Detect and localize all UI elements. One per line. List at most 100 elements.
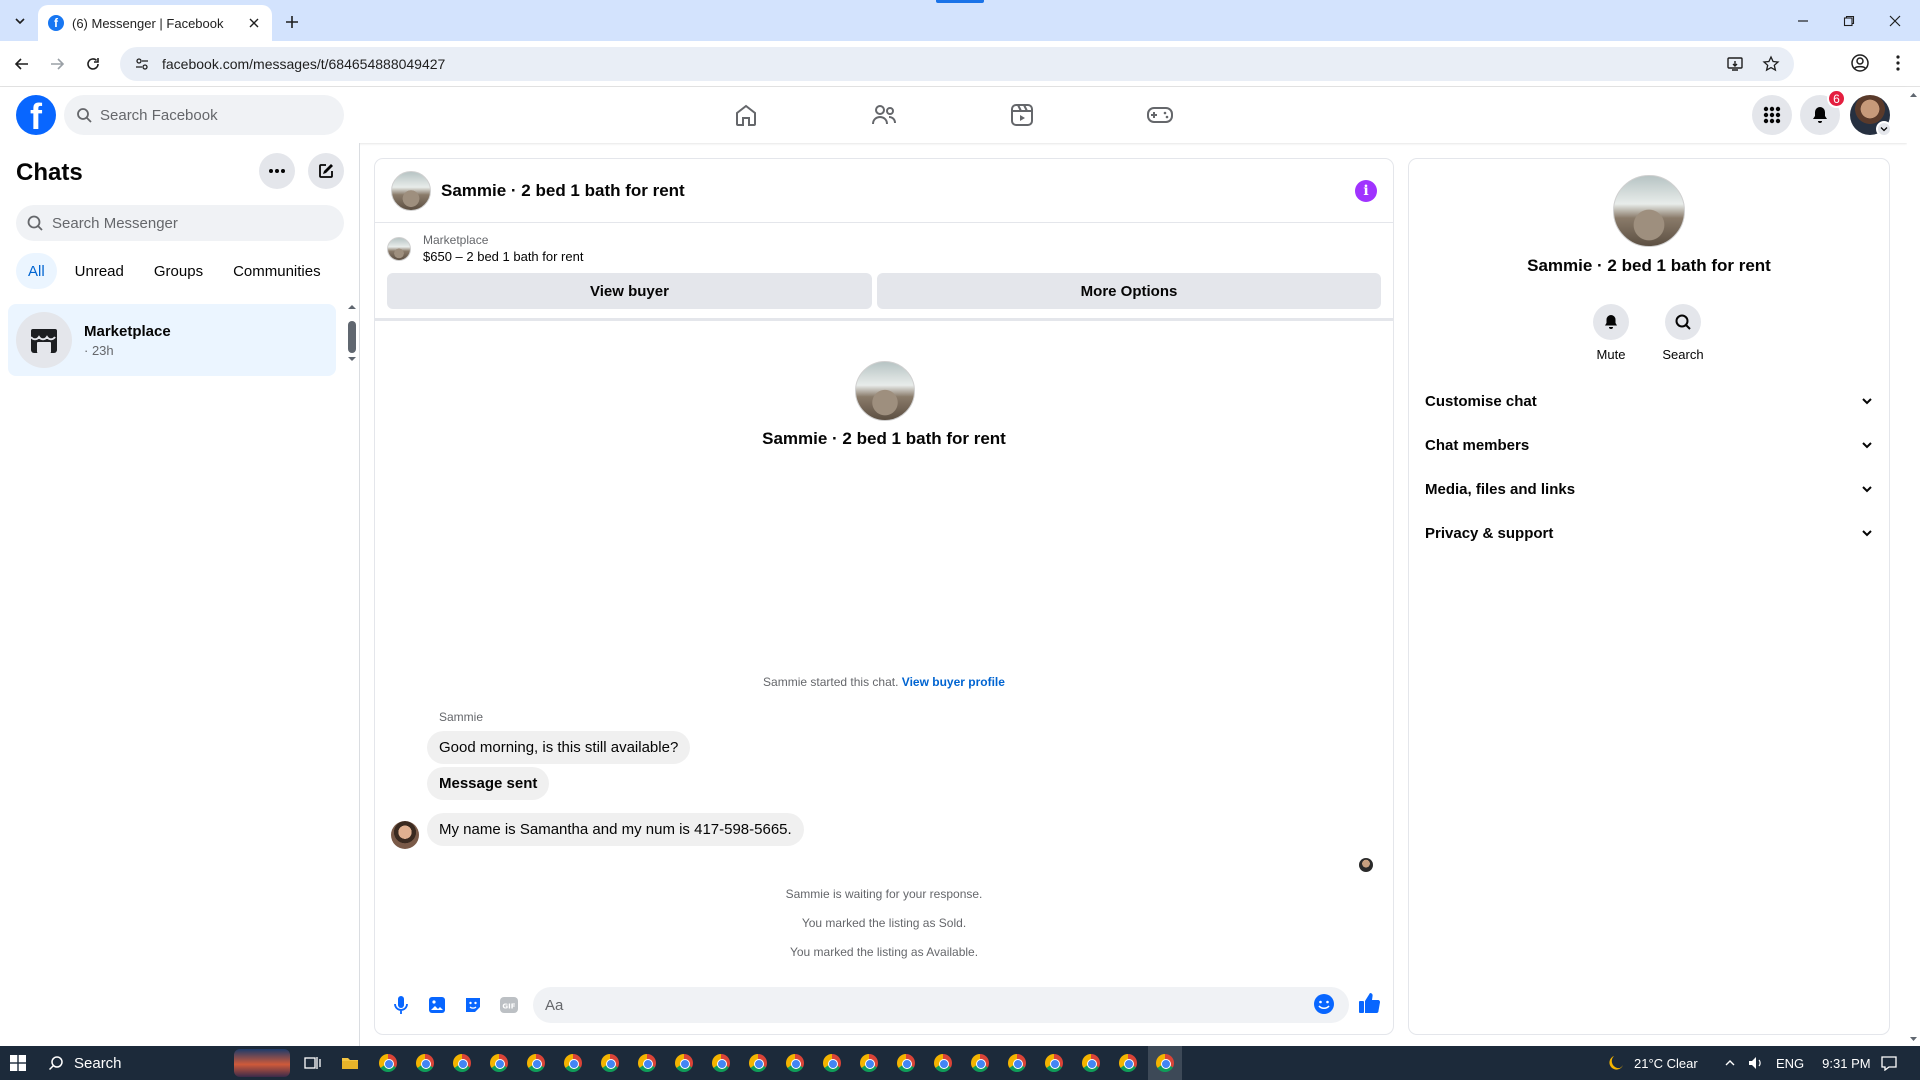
filter-all[interactable]: All [16,253,57,289]
chrome-icon[interactable] [525,1052,547,1074]
facebook-search-input[interactable]: Search Facebook [64,95,344,135]
chrome-icon[interactable] [599,1052,621,1074]
chat-started-text: Sammie started this chat. [763,675,899,689]
view-buyer-button[interactable]: View buyer [387,273,872,309]
view-buyer-profile-link[interactable]: View buyer profile [902,675,1005,689]
conversation-info-icon[interactable]: i [1355,179,1377,202]
page-scrollbar[interactable] [1907,87,1920,1046]
nav-home-button[interactable] [690,87,802,143]
accordion-media-files-links[interactable]: Media, files and links [1425,467,1873,511]
mute-button[interactable]: Mute [1581,304,1641,362]
nav-video-button[interactable] [966,87,1078,143]
nav-friends-button[interactable] [828,87,940,143]
windows-taskbar: Search 21°C Clear ENG 9:31 PM [0,1046,1920,1080]
chrome-icon[interactable] [969,1052,991,1074]
clock-time[interactable]: 9:31 PM [1822,1056,1870,1071]
chrome-icon[interactable] [1006,1052,1028,1074]
search-in-chat-button[interactable]: Search [1653,304,1713,362]
file-explorer-icon[interactable] [339,1052,361,1074]
filter-communities[interactable]: Communities [221,253,333,289]
tab-close-icon[interactable] [246,15,262,31]
chrome-icon[interactable] [710,1052,732,1074]
install-app-icon[interactable] [1726,55,1744,73]
chrome-icon[interactable] [747,1052,769,1074]
chrome-icon[interactable] [562,1052,584,1074]
more-options-button[interactable]: More Options [877,273,1381,309]
listing-small-thumbnail [387,236,411,261]
chats-options-button[interactable] [259,153,295,189]
minimize-button[interactable] [1780,0,1826,41]
sidebar-scrollbar-thumb[interactable] [348,321,356,353]
chrome-icon[interactable] [414,1052,436,1074]
close-window-button[interactable] [1872,0,1918,41]
messenger-search-input[interactable]: Search Messenger [16,205,344,241]
chrome-icon[interactable] [488,1052,510,1074]
sticker-icon[interactable] [455,987,491,1023]
attach-photo-icon[interactable] [419,987,455,1023]
voice-clip-icon[interactable] [383,987,419,1023]
tab-search-button[interactable] [6,8,34,34]
browser-menu-icon[interactable] [1888,53,1908,73]
chrome-icon[interactable] [821,1052,843,1074]
message-bubble[interactable]: Message sent [427,767,550,800]
filter-unread[interactable]: Unread [63,253,136,289]
new-tab-button[interactable] [280,10,304,34]
chrome-icon[interactable] [1154,1052,1176,1074]
restore-button[interactable] [1826,0,1872,41]
conversation-title[interactable]: Sammie · 2 bed 1 bath for rent [441,181,1345,201]
back-button[interactable] [9,51,35,77]
notification-center-icon[interactable] [1880,1046,1898,1080]
speaker-icon[interactable] [1748,1056,1764,1070]
chrome-icon[interactable] [673,1052,695,1074]
chrome-icon[interactable] [1117,1052,1139,1074]
facebook-logo[interactable]: f [16,95,56,135]
chrome-icon[interactable] [636,1052,658,1074]
filter-groups[interactable]: Groups [142,253,215,289]
emoji-icon[interactable] [1313,993,1335,1015]
browser-tab-messenger[interactable]: f (6) Messenger | Facebook [38,5,272,41]
message-bubble[interactable]: My name is Samantha and my num is 417-59… [427,813,804,846]
chrome-icon[interactable] [932,1052,954,1074]
listing-info[interactable]: Marketplace $650 – 2 bed 1 bath for rent [387,233,583,264]
new-message-button[interactable] [308,153,344,189]
reload-button[interactable] [80,51,106,77]
search-highlight-image[interactable] [234,1049,290,1077]
gif-icon[interactable]: GIF [491,987,527,1023]
sender-avatar[interactable] [391,821,419,849]
listing-thumbnail[interactable] [391,170,431,211]
weather-widget[interactable]: 21°C Clear [1606,1046,1698,1080]
nav-gaming-button[interactable] [1104,87,1216,143]
thumbs-up-icon[interactable] [1357,991,1381,1015]
accordion-chat-members[interactable]: Chat members [1425,423,1873,467]
chrome-icon[interactable] [895,1052,917,1074]
task-view-icon[interactable] [302,1052,324,1074]
details-photo[interactable] [1613,175,1685,247]
svg-text:GIF: GIF [502,1003,515,1011]
browser-profile-icon[interactable] [1850,53,1870,73]
chat-list-item-marketplace[interactable]: Marketplace · 23h [8,304,336,376]
chrome-icon[interactable] [451,1052,473,1074]
bookmark-star-icon[interactable] [1762,55,1780,73]
omnibox[interactable]: facebook.com/messages/t/684654888049427 [120,47,1794,81]
notifications-button[interactable]: 6 [1800,89,1846,135]
forward-button[interactable] [44,51,70,77]
message-input[interactable]: Aa [533,987,1349,1023]
url-text[interactable]: facebook.com/messages/t/684654888049427 [162,56,1714,72]
accordion-privacy-support[interactable]: Privacy & support [1425,511,1873,555]
chrome-icon[interactable] [377,1052,399,1074]
site-settings-icon[interactable] [134,56,150,72]
chevron-up-icon[interactable] [1724,1057,1736,1069]
chrome-icon[interactable] [858,1052,880,1074]
friends-icon [872,105,896,125]
accordion-customise-chat[interactable]: Customise chat [1425,379,1873,423]
browser-address-bar: facebook.com/messages/t/684654888049427 [0,41,1920,87]
account-chevron-down-icon[interactable] [1876,121,1892,137]
chrome-icon[interactable] [1043,1052,1065,1074]
chrome-icon[interactable] [784,1052,806,1074]
menu-button[interactable] [1752,95,1792,135]
chrome-icon[interactable] [1080,1052,1102,1074]
chat-name: Marketplace [84,322,171,340]
message-bubble[interactable]: Good morning, is this still available? [427,731,691,764]
windows-start-icon[interactable] [0,1046,36,1080]
language-indicator[interactable]: ENG [1776,1056,1804,1071]
